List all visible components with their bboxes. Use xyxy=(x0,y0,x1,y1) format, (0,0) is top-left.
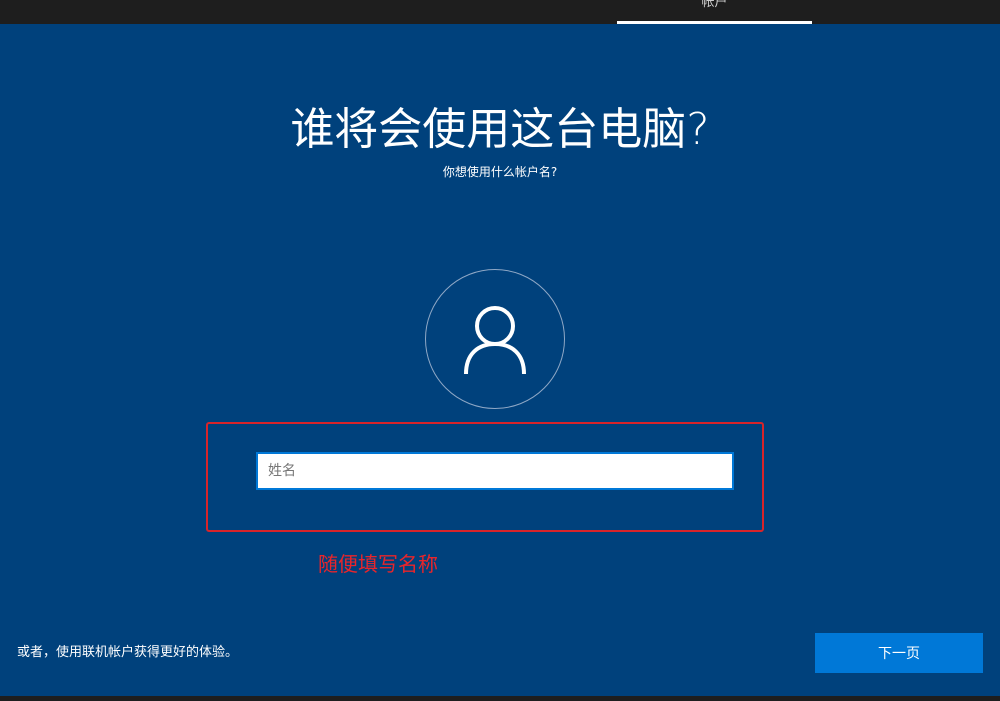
oobe-page: 谁将会使用这台电脑? 你想使用什么帐户名? 随便填写名称 或者，使用联机帐户获得… xyxy=(0,24,1000,696)
page-subtitle: 你想使用什么帐户名? xyxy=(442,165,558,179)
bottom-bar xyxy=(0,696,1000,701)
top-bar: 帐户 xyxy=(0,0,1000,24)
page-title: 谁将会使用这台电脑? xyxy=(290,104,710,155)
avatar xyxy=(425,269,565,409)
user-icon xyxy=(464,306,526,375)
annotation-text: 随便填写名称 xyxy=(318,552,438,576)
next-button[interactable]: 下一页 xyxy=(815,633,983,673)
online-account-link[interactable]: 或者，使用联机帐户获得更好的体验。 xyxy=(17,644,238,662)
name-input[interactable] xyxy=(256,452,734,490)
tab-account-label: 帐户 xyxy=(701,0,728,10)
